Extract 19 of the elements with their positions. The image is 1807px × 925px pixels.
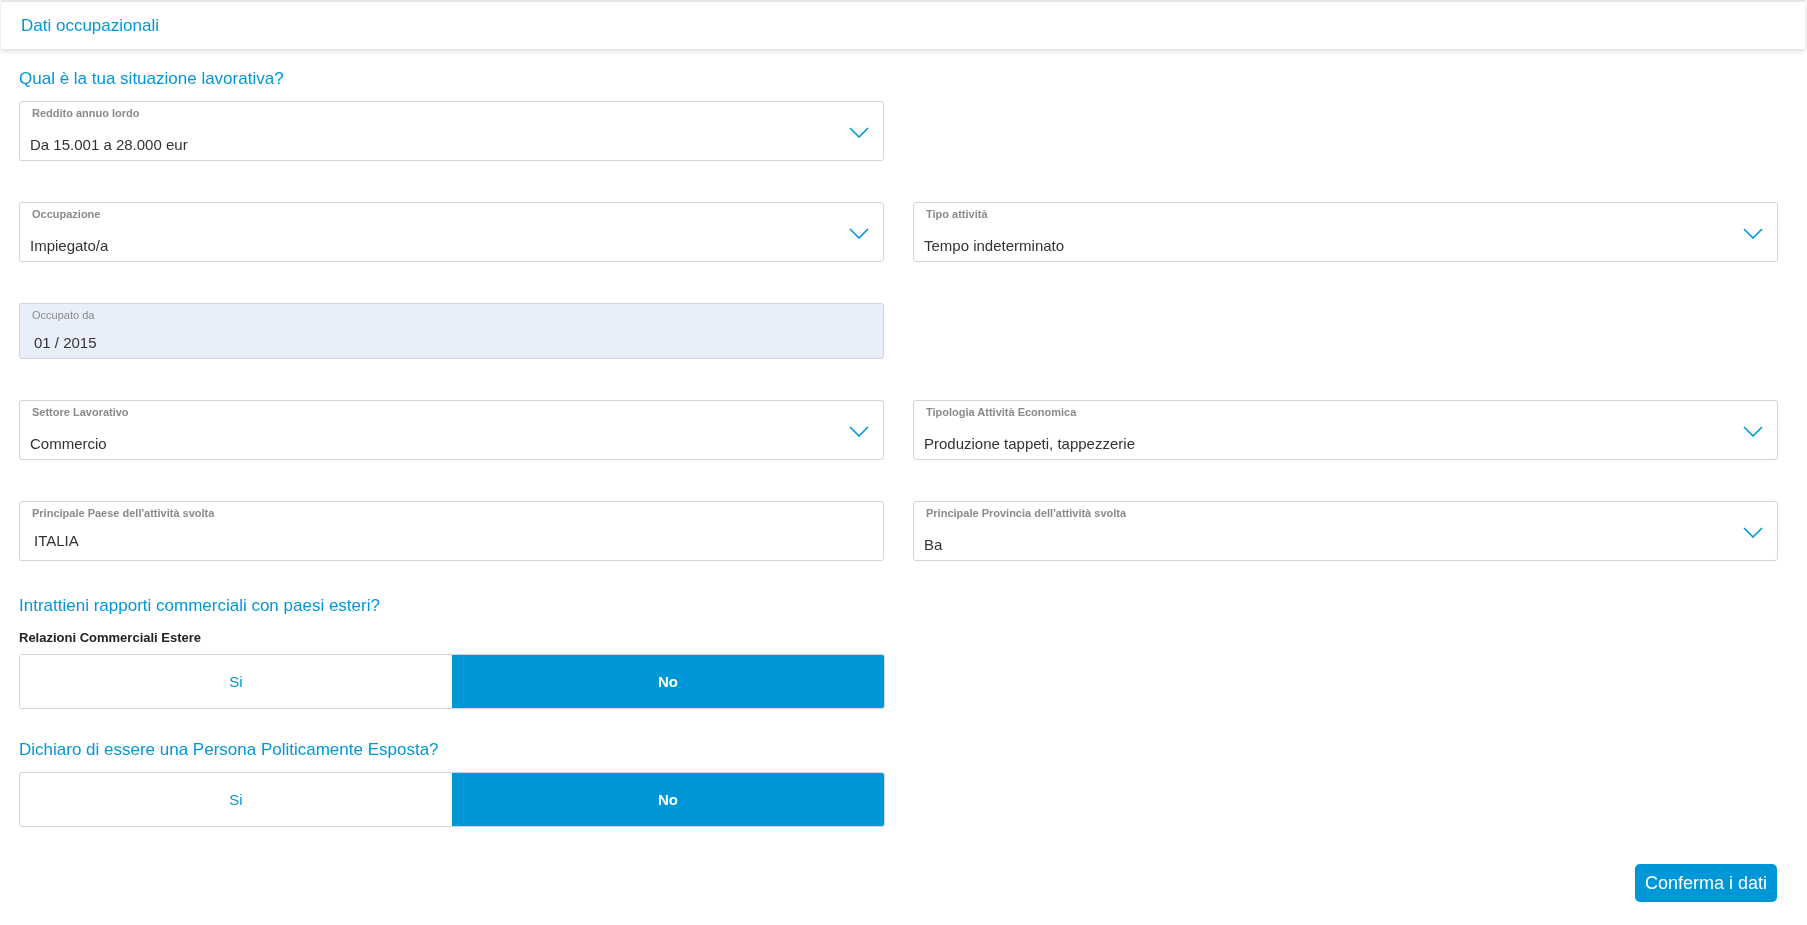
section-title: Qual è la tua situazione lavorativa? <box>19 69 285 89</box>
chevron-down-icon <box>849 426 869 437</box>
question-title: Intrattieni rapporti commerciali con paesi esteri? <box>19 596 381 616</box>
input-field[interactable]: Principale Paese dell'attività svolta ITALIA <box>19 501 884 561</box>
dropdown-field[interactable]: Occupazione Impiegato/a <box>19 202 884 262</box>
chevron-down-icon <box>1743 426 1763 437</box>
header-title: Dati occupazionali <box>21 15 159 36</box>
dropdown-field[interactable]: Principale Provincia dell'attività svolta Ba <box>913 501 1778 561</box>
dropdown-field[interactable]: Tipologia Attività Economica Produzione tappeti, tappezzerie <box>913 400 1778 460</box>
dropdown-field[interactable]: Settore Lavorativo Commercio <box>19 400 884 460</box>
question-title: Dichiaro di essere una Persona Politicamente Esposta? <box>19 740 440 760</box>
date-field[interactable]: Occupato da 01 / 2015 <box>19 303 884 359</box>
toggle-label: Relazioni Commerciali Estere <box>19 630 202 645</box>
dropdown-field[interactable]: Tipo attività Tempo indeterminato <box>913 202 1778 262</box>
chevron-down-icon <box>849 127 869 138</box>
dropdown-field[interactable]: Reddito annuo lordo Da 15.001 a 28.000 eur <box>19 101 884 161</box>
chevron-down-icon <box>1743 228 1763 239</box>
chevron-down-icon <box>849 228 869 239</box>
chevron-down-icon <box>1743 527 1763 538</box>
